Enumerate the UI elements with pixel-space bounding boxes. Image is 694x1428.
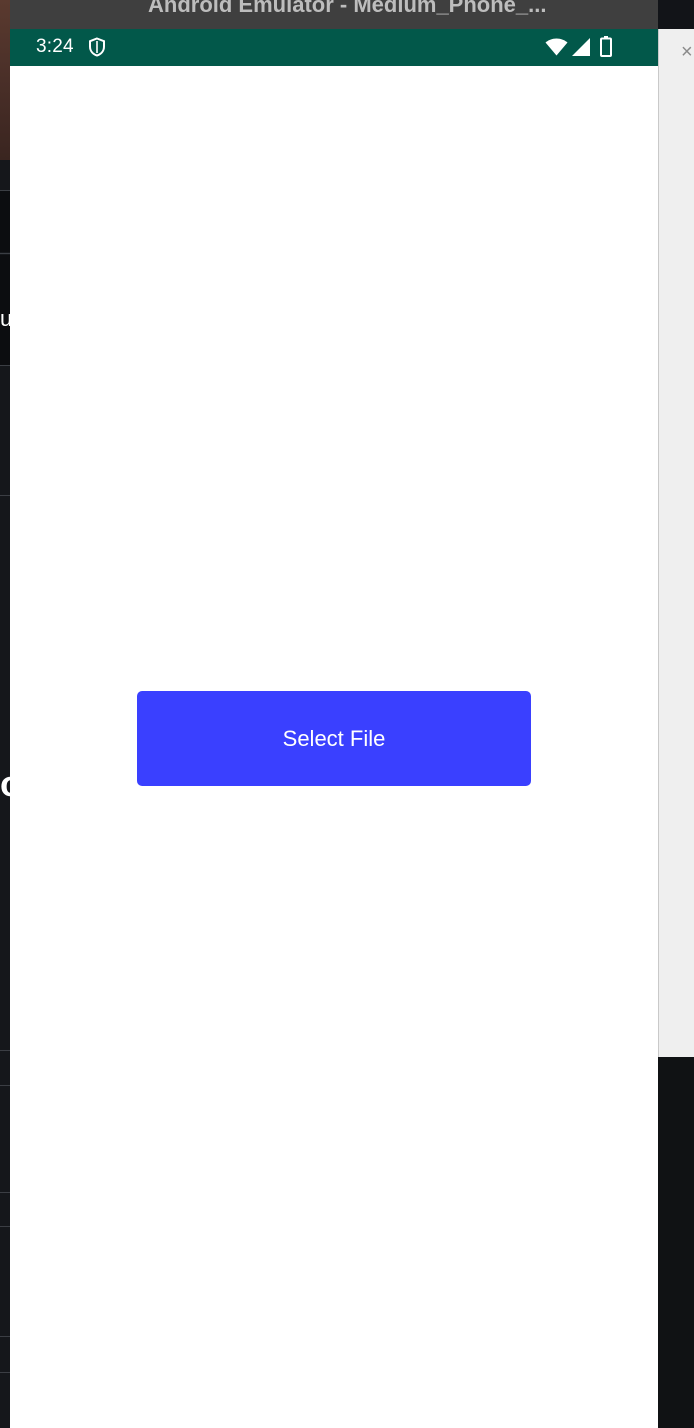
background-divider <box>0 190 10 191</box>
wifi-icon <box>545 38 568 56</box>
background-divider <box>0 253 10 254</box>
background-text-fragment: us <box>0 306 10 331</box>
emulator-side-panel: × <box>658 29 694 1057</box>
emulator-window-title: Android Emulator - Medium_Phone_... <box>148 0 547 17</box>
background-divider <box>0 1372 10 1373</box>
shield-icon <box>89 37 105 57</box>
cell-signal-icon <box>572 38 590 56</box>
battery-icon <box>600 36 612 57</box>
background-band <box>0 190 10 252</box>
close-icon[interactable]: × <box>681 42 694 62</box>
desktop-background-right <box>658 1057 694 1428</box>
android-status-bar: 3:24 <box>10 29 658 66</box>
background-divider <box>0 1085 10 1086</box>
desktop-background: us o <box>0 0 10 1428</box>
background-divider <box>0 495 10 496</box>
background-divider <box>0 1050 10 1051</box>
status-time: 3:24 <box>36 36 74 57</box>
emulator-title-bar[interactable]: Android Emulator - Medium_Phone_... <box>10 0 658 29</box>
background-divider <box>0 1336 10 1337</box>
background-divider <box>0 365 10 366</box>
desktop-wallpaper-strip <box>0 0 10 160</box>
background-text-fragment: o <box>0 763 10 805</box>
background-divider <box>0 1192 10 1193</box>
background-divider <box>0 1226 10 1227</box>
select-file-button[interactable]: Select File <box>137 691 531 786</box>
app-screen: Select File <box>10 66 658 1428</box>
